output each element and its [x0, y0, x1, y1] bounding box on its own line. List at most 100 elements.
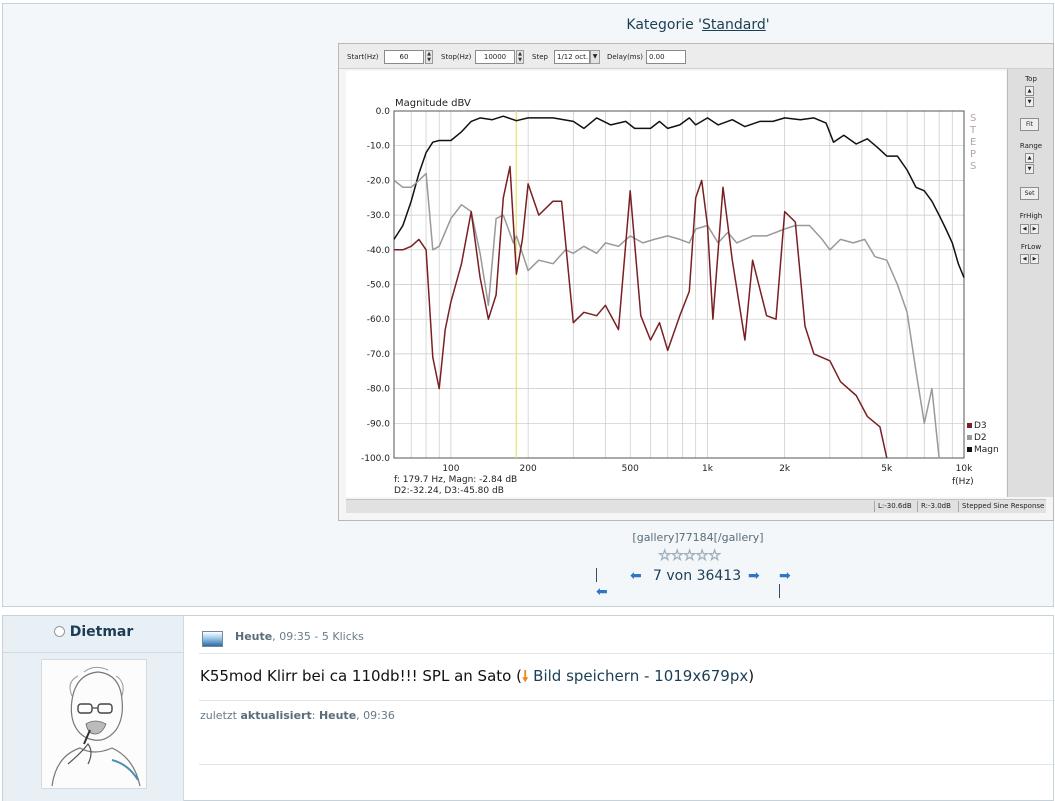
download-arrow-icon: 🠗 [521, 667, 529, 685]
post-meta: Heute, 09:35 - 5 Klicks [235, 630, 364, 643]
previous-image-button[interactable]: ⬅ [630, 568, 642, 584]
first-bar [596, 568, 597, 582]
updated-prefix: zuletzt [200, 709, 241, 722]
cursor-readout-line1: f: 179.7 Hz, Magn: -2.84 dB [394, 475, 517, 485]
step-dropdown-icon: ▼ [590, 50, 600, 64]
post-title-end: ) [748, 667, 755, 685]
status-right-level: R:-3.0dB [917, 501, 951, 512]
post-container: Dietmar Heute, 09:35 - 5 Klicks K55mod K… [2, 615, 1055, 801]
frhigh-label: FrHigh [1019, 212, 1043, 220]
legend-swatch-d2 [967, 435, 972, 440]
delay-input: 0.00 [646, 50, 686, 64]
avatar-sketch-icon [42, 660, 146, 788]
meta-divider [199, 653, 1055, 654]
first-image-button[interactable]: ⬅ [596, 568, 608, 600]
stop-label: Stop(Hz) [441, 53, 472, 61]
step-select: 1/12 oct. [554, 50, 590, 64]
y-tick-label: -70.0 [367, 350, 391, 360]
status-mode: Stepped Sine Response [958, 501, 1044, 512]
delay-label: Delay(ms) [607, 53, 644, 61]
y-tick-label: 0.0 [376, 107, 391, 117]
arrow-left-icon: ⬅ [596, 584, 608, 600]
author-divider [3, 652, 184, 653]
y-tick-label: -30.0 [367, 211, 391, 221]
updated-time: , 09:36 [356, 709, 395, 722]
category-prefix: Kategorie ' [626, 17, 703, 33]
top-up-icon: ▲ [1025, 86, 1034, 96]
legend-entry-d3: D3 [974, 421, 987, 431]
rating-star-icon[interactable]: ☆ [707, 547, 721, 563]
last-image-button[interactable]: ➡ [779, 568, 791, 600]
legend-entry-magn: Magn [974, 445, 999, 455]
post-updated: zuletzt aktualisiert: Heute, 09:36 [200, 709, 395, 722]
legend-entry-d2: D2 [974, 433, 987, 443]
y-tick-label: -40.0 [367, 246, 391, 256]
rew-screenshot[interactable]: Start(Hz) 60 ▲ ▼ Stop(Hz) 10000 ▲ ▼ Step 1… [338, 43, 1054, 521]
category-suffix: ' [765, 17, 770, 33]
range-up-icon: ▲ [1025, 153, 1034, 163]
page-counter: 7 von 36413 [653, 568, 741, 584]
frhigh-right-icon: ▶ [1030, 224, 1039, 234]
post-title: K55mod Klirr bei ca 110db!!! SPL an Sato… [200, 666, 754, 691]
frlow-label: FrLow [1020, 243, 1042, 251]
post-time-clicks: , 09:35 - 5 Klicks [272, 630, 364, 643]
x-axis-label: f(Hz) [952, 477, 974, 487]
cursor-readout-line2: D2:-32.24, D3:-45.80 dB [394, 486, 504, 496]
rew-side-panel: Top ▲ ▼ Fit Range ▲ ▼ Set FrHigh ◀ ▶ FrL… [1007, 69, 1053, 497]
post-title-text: K55mod Klirr bei ca 110db!!! SPL an Sato… [200, 667, 522, 685]
gallery-bbcode: [gallery]77184[/gallery] [632, 531, 764, 544]
rating-stars[interactable]: ☆☆☆☆☆ [658, 545, 722, 563]
category-title: Kategorie 'Standard' [3, 17, 1055, 33]
updated-bold: aktualisiert [240, 709, 312, 722]
save-image-link[interactable]: Bild speichern - 1019x679px [533, 667, 748, 685]
start-label: Start(Hz) [347, 53, 379, 61]
steps-label-letter: P [970, 149, 976, 160]
x-tick-label: 100 [442, 464, 459, 474]
bottom-divider [199, 764, 1055, 765]
step-label: Step [532, 53, 548, 61]
steps-label-letter: T [969, 125, 977, 136]
set-button: Set [1020, 187, 1039, 200]
rew-toolbar: Start(Hz) 60 ▲ ▼ Stop(Hz) 10000 ▲ ▼ Step 1… [339, 44, 1053, 69]
steps-label-letter: E [970, 137, 976, 148]
rew-status-bar: L:-30.6dB R:-3.0dB Stepped Sine Response [346, 499, 1046, 513]
arrow-right-icon: ➡ [779, 568, 791, 584]
page-current: 7 [653, 568, 662, 584]
category-link[interactable]: Standard [702, 17, 766, 33]
gallery-panel: Kategorie 'Standard' Start(Hz) 60 ▲ ▼ Sto… [2, 3, 1054, 607]
updated-separator: : [311, 709, 319, 722]
steps-label-letter: S [970, 113, 976, 124]
y-tick-label: -80.0 [367, 385, 391, 395]
y-tick-label: -90.0 [367, 419, 391, 429]
next-image-button[interactable]: ➡ [748, 568, 760, 584]
rating-star-icon[interactable]: ☆ [695, 547, 709, 563]
fit-button: Fit [1020, 118, 1039, 131]
updated-date: Heute [318, 709, 357, 722]
steps-label-letter: S [970, 161, 976, 172]
x-tick-label: 10k [956, 464, 973, 474]
status-left-level: L:-30.6dB [874, 501, 912, 512]
legend-swatch-d3 [967, 423, 972, 428]
title-divider [199, 700, 1055, 701]
image-icon [202, 631, 223, 647]
y-tick-label: -60.0 [367, 315, 391, 325]
author-column: Dietmar [3, 616, 184, 801]
arrow-right-icon: ➡ [748, 568, 760, 584]
x-tick-label: 1k [702, 464, 714, 474]
frlow-right-icon: ▶ [1030, 254, 1039, 264]
y-tick-label: -100.0 [361, 454, 390, 464]
author-header: Dietmar [3, 624, 184, 640]
page-total: 36413 [696, 568, 742, 584]
post-body: Heute, 09:35 - 5 Klicks K55mod Klirr bei… [199, 616, 1055, 801]
author-name-link[interactable]: Dietmar [70, 624, 134, 640]
y-tick-label: -50.0 [367, 281, 391, 291]
y-tick-label: -10.0 [367, 142, 391, 152]
top-label: Top [1025, 75, 1037, 83]
x-tick-label: 500 [622, 464, 639, 474]
avatar[interactable] [41, 659, 147, 789]
x-tick-label: 200 [520, 464, 537, 474]
legend-swatch-magn [967, 447, 972, 452]
rating-star-icon[interactable]: ☆ [670, 547, 684, 563]
start-input: 60 [384, 50, 424, 64]
frhigh-left-icon: ◀ [1020, 224, 1029, 234]
